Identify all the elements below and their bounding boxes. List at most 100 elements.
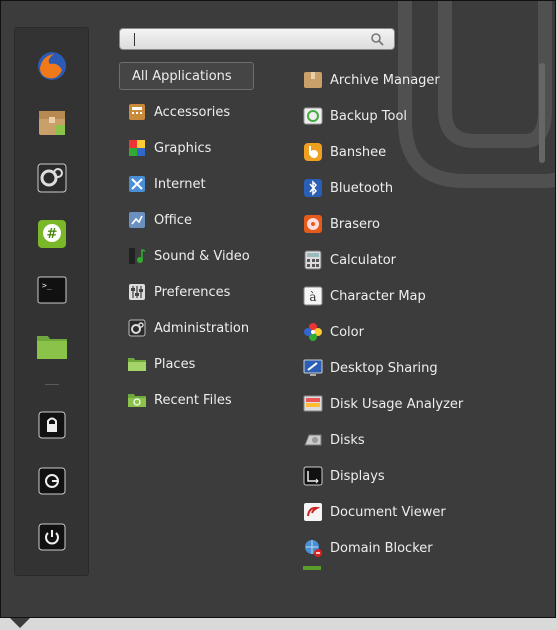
disk-usage-analyzer-icon xyxy=(303,395,323,412)
category-label: Preferences xyxy=(154,284,231,300)
calculator-icon xyxy=(304,250,322,270)
svg-text:#: # xyxy=(47,227,58,242)
category-graphics[interactable]: Graphics xyxy=(119,130,299,166)
scrollbar[interactable] xyxy=(539,63,545,163)
app-document-viewer[interactable]: Document Viewer xyxy=(301,494,533,530)
favorites-panel: # >_ xyxy=(14,27,89,576)
character-map-icon: à xyxy=(303,286,323,306)
category-label: All Applications xyxy=(132,68,232,84)
app-label: Displays xyxy=(330,468,385,484)
favorite-firefox[interactable] xyxy=(35,49,69,83)
app-desktop-sharing[interactable]: Desktop Sharing xyxy=(301,350,533,386)
archive-manager-icon xyxy=(304,72,322,88)
category-label: Graphics xyxy=(154,140,212,156)
search-field[interactable] xyxy=(119,28,395,50)
hexchat-icon: # xyxy=(38,220,66,248)
favorite-files[interactable] xyxy=(35,329,69,363)
recent-files-icon xyxy=(128,394,146,407)
category-administration[interactable]: Administration xyxy=(119,310,299,346)
category-office[interactable]: Office xyxy=(119,202,299,238)
internet-icon xyxy=(129,176,145,192)
administration-icon xyxy=(128,319,146,337)
app-disk-usage-analyzer[interactable]: Disk Usage Analyzer xyxy=(301,386,533,422)
app-color[interactable]: Color xyxy=(301,314,533,350)
app-backup-tool[interactable]: Backup Tool xyxy=(301,98,533,134)
category-internet[interactable]: Internet xyxy=(119,166,299,202)
app-label: Desktop Sharing xyxy=(330,360,438,376)
category-label: Accessories xyxy=(154,104,231,120)
category-label: Sound & Video xyxy=(154,248,250,264)
next-app-icon-partial xyxy=(303,566,321,570)
backup-tool-icon xyxy=(303,107,323,125)
domain-blocker-icon xyxy=(305,540,322,557)
text-cursor xyxy=(134,33,135,46)
favorite-system-settings[interactable] xyxy=(35,161,69,195)
files-icon xyxy=(37,336,67,359)
app-label: Banshee xyxy=(330,144,387,160)
menu-pointer xyxy=(10,618,30,628)
lock-screen-button[interactable] xyxy=(35,408,69,442)
category-list: All Applications Accessories Graphics In… xyxy=(119,62,299,418)
app-calculator[interactable]: Calculator xyxy=(301,242,533,278)
bluetooth-icon xyxy=(304,179,322,197)
favorite-hexchat[interactable]: # xyxy=(35,217,69,251)
color-icon xyxy=(304,323,322,341)
favorites-separator xyxy=(45,384,59,385)
app-label: Character Map xyxy=(330,288,426,304)
app-archive-manager[interactable]: Archive Manager xyxy=(301,62,533,98)
app-label: Disk Usage Analyzer xyxy=(330,396,464,412)
logout-icon xyxy=(38,467,66,495)
category-all-applications[interactable]: All Applications xyxy=(119,62,254,90)
category-label: Administration xyxy=(154,320,250,336)
search-input[interactable] xyxy=(128,31,362,49)
category-label: Internet xyxy=(154,176,206,192)
application-list: Archive Manager Backup Tool Banshee Blue… xyxy=(301,62,533,570)
app-brasero[interactable]: Brasero xyxy=(301,206,533,242)
app-label: Brasero xyxy=(330,216,381,232)
archive-manager-icon xyxy=(39,111,65,135)
app-label: Archive Manager xyxy=(330,72,440,88)
accessories-icon xyxy=(129,104,145,120)
app-banshee[interactable]: Banshee xyxy=(301,134,533,170)
svg-text:à: à xyxy=(309,290,316,304)
app-disks[interactable]: Disks xyxy=(301,422,533,458)
disks-icon xyxy=(304,434,322,446)
app-label: Document Viewer xyxy=(330,504,446,520)
category-label: Office xyxy=(154,212,192,228)
app-label: Domain Blocker xyxy=(330,540,433,556)
app-domain-blocker[interactable]: Domain Blocker xyxy=(301,530,533,566)
app-bluetooth[interactable]: Bluetooth xyxy=(301,170,533,206)
search-icon xyxy=(371,33,384,46)
category-recent-files[interactable]: Recent Files xyxy=(119,382,299,418)
shutdown-icon xyxy=(38,523,66,551)
desktop-sharing-icon xyxy=(303,359,323,376)
category-label: Recent Files xyxy=(154,392,232,408)
category-places[interactable]: Places xyxy=(119,346,299,382)
sound-video-icon xyxy=(129,248,146,264)
category-accessories[interactable]: Accessories xyxy=(119,94,299,130)
app-character-map[interactable]: à Character Map xyxy=(301,278,533,314)
app-label: Bluetooth xyxy=(330,180,394,196)
terminal-icon: >_ xyxy=(37,276,67,304)
app-label: Calculator xyxy=(330,252,397,268)
app-label: Disks xyxy=(330,432,365,448)
document-viewer-icon xyxy=(304,503,322,521)
app-label: Backup Tool xyxy=(330,108,408,124)
svg-text:>_: >_ xyxy=(42,281,52,290)
category-preferences[interactable]: Preferences xyxy=(119,274,299,310)
application-menu: # >_ All Applications Accessories Graphi… xyxy=(0,0,556,618)
displays-icon xyxy=(303,466,323,486)
category-label: Places xyxy=(154,356,196,372)
firefox-icon xyxy=(38,52,66,80)
logout-button[interactable] xyxy=(35,464,69,498)
brasero-icon xyxy=(304,215,322,233)
favorite-terminal[interactable]: >_ xyxy=(35,273,69,307)
shutdown-button[interactable] xyxy=(35,520,69,554)
lock-screen-icon xyxy=(38,411,66,439)
category-sound-video[interactable]: Sound & Video xyxy=(119,238,299,274)
app-label: Color xyxy=(330,324,364,340)
office-icon xyxy=(129,212,145,228)
banshee-icon xyxy=(304,143,322,161)
favorite-archive-manager[interactable] xyxy=(35,105,69,139)
app-displays[interactable]: Displays xyxy=(301,458,533,494)
